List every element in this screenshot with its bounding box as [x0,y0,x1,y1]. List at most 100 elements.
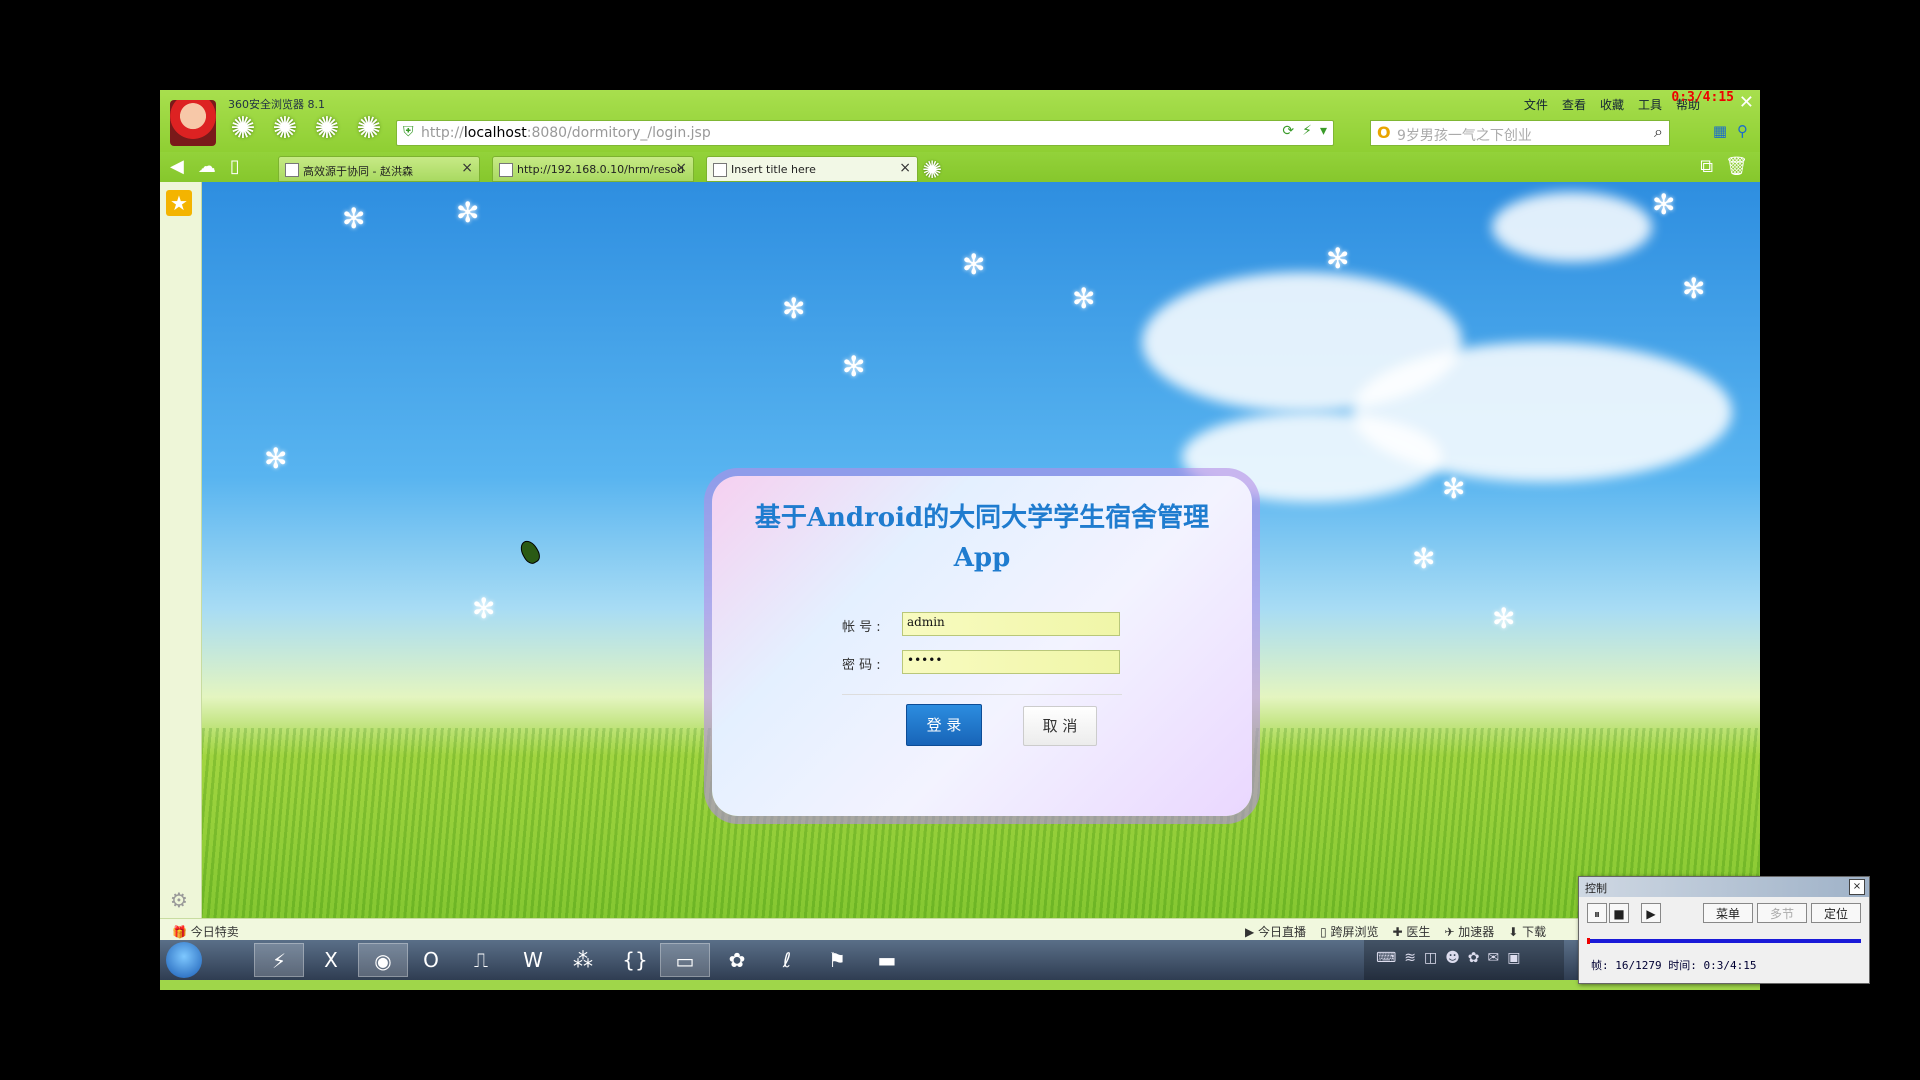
nav-icons: ◀ ☁ ▯ [170,156,240,177]
dandelion-seed: ✻ [472,592,496,625]
script-icon[interactable]: ℓ [762,943,812,977]
page-icon [713,163,727,177]
cloud [1492,192,1652,262]
page-icon [499,163,513,177]
photos-icon[interactable]: ✿ [712,943,762,977]
dropdown-icon[interactable]: ▾ [1320,123,1327,139]
login-button[interactable]: 登 录 [906,704,982,746]
camera-icon[interactable]: ▣ [1507,950,1520,966]
dandelion-seed: ✻ [1652,188,1676,221]
playback-progress[interactable] [1587,938,1861,944]
user-icon[interactable]: ☻ [1445,950,1460,966]
skin-decoration: ✺ ✺ ✺ ✺ [226,112,386,146]
cancel-button[interactable]: 取 消 [1023,706,1097,746]
keyboard-icon[interactable]: ⌨ [1376,950,1396,966]
people-icon[interactable]: ⚑ [812,943,862,977]
status-accelerator[interactable]: ✈ 加速器 [1444,923,1494,940]
status-doctor[interactable]: ✚ 医生 [1393,923,1431,940]
zoom-icon[interactable]: ⚲ [1737,122,1748,140]
tab-close-icon[interactable]: × [461,160,473,176]
dandelion-seed: ✻ [1442,472,1466,505]
dandelion-seed: ✻ [1072,282,1096,315]
control-window: 控制 × ⏸ ■ ▶ 菜单 多节 定位 帧: 16/1279 时间: 0:3/4… [1578,876,1870,984]
cloud-drive-icon[interactable]: ⁂ [558,943,608,977]
refresh-icon[interactable]: ⟳ [1282,123,1294,139]
dandelion-seed: ✻ [842,350,866,383]
menu-view[interactable]: 查看 [1562,96,1586,113]
play-icon[interactable]: ▶ [1641,903,1661,923]
app-title: 360安全浏览器 8.1 [228,98,325,111]
flower-icon: ✺ [230,111,256,146]
tray-icons: ⌨ ≋ ◫ ☻ ✿ ✉ ▣ [1376,950,1521,966]
word-icon[interactable]: W [508,943,558,977]
multi-section-button[interactable]: 多节 [1757,903,1807,923]
video-icon[interactable]: ▬ [862,943,912,977]
outlook-icon[interactable]: O [406,943,456,977]
search-bar[interactable]: O 9岁男孩一气之下创业 ⌕ [1370,120,1670,146]
dandelion-seed: ✻ [1326,242,1350,275]
user-avatar[interactable] [170,100,216,146]
browser-360-icon[interactable]: ◉ [358,943,408,977]
tab-close-icon[interactable]: × [675,160,687,176]
wifi-icon[interactable]: ≋ [1404,950,1416,966]
lightning-icon[interactable]: ⚡ [1302,123,1312,139]
menu-file[interactable]: 文件 [1524,96,1548,113]
status-download[interactable]: ⬇ 下载 [1508,923,1546,940]
network-icon[interactable]: ◫ [1424,950,1437,966]
back-icon[interactable]: ◀ [170,156,184,177]
address-text[interactable]: http://localhost:8080/dormitory_/login.j… [421,125,711,141]
tab-bar: ◀ ☁ ▯ 高效源于协同 - 赵洪森 × http://192.168.0.10… [160,152,1760,184]
menu-tools[interactable]: 工具 [1638,96,1662,113]
menu-button[interactable]: 菜单 [1703,903,1753,923]
stop-icon[interactable]: ■ [1609,903,1629,923]
flower-icon: ✺ [356,111,382,146]
pdf-icon[interactable]: ⎍ [456,943,506,977]
tab-close-icon[interactable]: × [899,160,911,176]
account-input[interactable]: admin [902,612,1120,636]
tab-2[interactable]: http://192.168.0.10/hrm/resour × [492,156,694,182]
excel-icon[interactable]: X [306,943,356,977]
new-tab-button[interactable]: ✺ [922,156,942,184]
search-icon[interactable]: ⌕ [1654,122,1663,142]
control-close-button[interactable]: × [1849,879,1865,895]
phone-icon[interactable]: ▯ [230,156,240,177]
start-button[interactable] [166,942,202,978]
restore-tab-icon[interactable]: ⧉ [1700,156,1713,177]
status-bar: 🎁 今日特卖 ▶ 今日直播 ▯ 跨屏浏览 ✚ 医生 ✈ 加速器 ⬇ 下载 [160,918,1760,941]
mouse-cursor [517,537,543,567]
code-editor-icon[interactable]: {} [610,943,660,977]
dandelion-seed: ✻ [342,202,366,235]
search-engine-icon[interactable]: O [1377,123,1391,142]
flower-tray-icon[interactable]: ✿ [1468,950,1480,966]
folder-icon[interactable]: ▭ [660,943,710,977]
menu-favorites[interactable]: 收藏 [1600,96,1624,113]
chat-icon[interactable]: ✉ [1488,950,1500,966]
toolbar-icons: ▦ ⚲ [1713,122,1748,140]
dandelion-seed: ✻ [1492,602,1516,635]
shield-icon: ⛨ [403,124,414,140]
login-panel: 基于Android的大同大学学生宿舍管理App 帐 号 : admin 密 码 … [712,476,1252,816]
desktop-screen: 360安全浏览器 8.1 ✺ ✺ ✺ ✺ 文件 查看 收藏 工具 帮助 0:3/… [160,90,1760,990]
tab-3[interactable]: Insert title here × [706,156,918,182]
divider [842,694,1122,695]
window-close-button[interactable]: ✕ [1739,92,1754,113]
control-titlebar[interactable]: 控制 × [1579,877,1869,897]
tab-1[interactable]: 高效源于协同 - 赵洪森 × [278,156,480,182]
trash-icon[interactable]: 🗑 [1725,156,1748,177]
recording-timer: 0:3/4:15 [1671,90,1734,105]
status-live[interactable]: ▶ 今日直播 [1245,923,1306,940]
taskbar-app-icon[interactable]: ⚡ [254,943,304,977]
daily-deals-link[interactable]: 🎁 今日特卖 [172,923,239,940]
pause-icon[interactable]: ⏸ [1587,903,1607,923]
apps-icon[interactable]: ▦ [1713,122,1727,140]
cloud-icon[interactable]: ☁ [198,156,216,177]
favorites-star-icon[interactable]: ★ [166,190,192,216]
search-placeholder: 9岁男孩一气之下创业 [1397,128,1532,144]
locate-button[interactable]: 定位 [1811,903,1861,923]
frame-time-info: 帧: 16/1279 时间: 0:3/4:15 [1591,959,1757,972]
password-input[interactable]: ••••• [902,650,1120,674]
address-bar[interactable]: ⛨ http://localhost:8080/dormitory_/login… [396,120,1334,146]
status-cross-screen[interactable]: ▯ 跨屏浏览 [1320,923,1378,940]
dandelion-seed: ✻ [1682,272,1706,305]
gear-icon[interactable]: ⚙ [170,888,188,912]
